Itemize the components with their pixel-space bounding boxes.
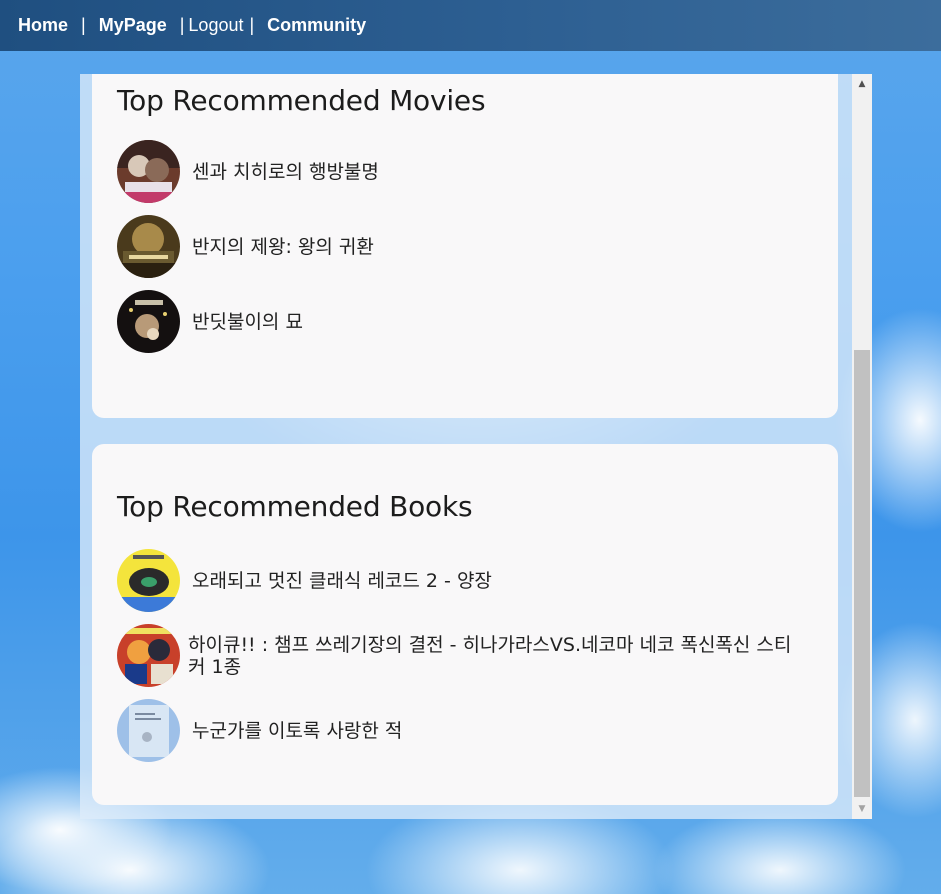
movie-title: 반딧불이의 묘	[192, 310, 303, 333]
book-item[interactable]: 하이큐!! : 챔프 쓰레기장의 결전 - 히나가라스VS.네코마 네코 폭신폭…	[117, 624, 817, 687]
vertical-scrollbar[interactable]: ▲ ▼	[852, 74, 872, 819]
scroll-down-arrow-icon[interactable]: ▼	[852, 799, 872, 819]
book-title: 하이큐!! : 챔프 쓰레기장의 결전 - 히나가라스VS.네코마 네코 폭신폭…	[188, 633, 792, 678]
book-cover-thumbnail	[117, 699, 180, 762]
nav-mypage-link[interactable]: MyPage	[99, 15, 167, 36]
nav-home-link[interactable]: Home	[18, 15, 68, 36]
nav-community-link[interactable]: Community	[267, 15, 366, 36]
book-item[interactable]: 오래되고 멋진 클래식 레코드 2 - 양장	[117, 549, 817, 612]
movie-poster-thumbnail	[117, 140, 180, 203]
movie-item[interactable]: 센과 치히로의 행방불명	[117, 140, 817, 203]
book-cover-thumbnail	[117, 549, 180, 612]
movie-item[interactable]: 반딧불이의 묘	[117, 290, 817, 353]
book-title: 누군가를 이토록 사랑한 적	[192, 719, 403, 742]
book-cover-thumbnail	[117, 624, 180, 687]
book-item[interactable]: 누군가를 이토록 사랑한 적	[117, 699, 817, 762]
movie-poster-thumbnail	[117, 290, 180, 353]
nav-separator: |	[81, 15, 86, 35]
movie-title: 반지의 제왕: 왕의 귀환	[192, 235, 374, 258]
books-title: Top Recommended Books	[117, 490, 473, 523]
nav-separator: |	[249, 15, 255, 35]
book-title: 오래되고 멋진 클래식 레코드 2 - 양장	[192, 569, 492, 592]
movie-item[interactable]: 반지의 제왕: 왕의 귀환	[117, 215, 817, 278]
recommendations-panel: Top Recommended Movies 센과 치히로의 행방불명 반지의 …	[80, 74, 872, 819]
scroll-up-arrow-icon[interactable]: ▲	[852, 74, 872, 94]
nav-logout-link[interactable]: Logout	[188, 15, 243, 36]
nav-separator: |	[179, 15, 185, 35]
top-navbar: Home | MyPage | Logout | Community	[0, 0, 941, 51]
movie-poster-thumbnail	[117, 215, 180, 278]
books-card: Top Recommended Books 오래되고 멋진 클래식 레코드 2 …	[92, 444, 838, 805]
movies-title: Top Recommended Movies	[117, 84, 486, 117]
scrollbar-thumb[interactable]	[854, 350, 870, 797]
movie-title: 센과 치히로의 행방불명	[192, 160, 379, 183]
movies-card: Top Recommended Movies 센과 치히로의 행방불명 반지의 …	[92, 74, 838, 418]
